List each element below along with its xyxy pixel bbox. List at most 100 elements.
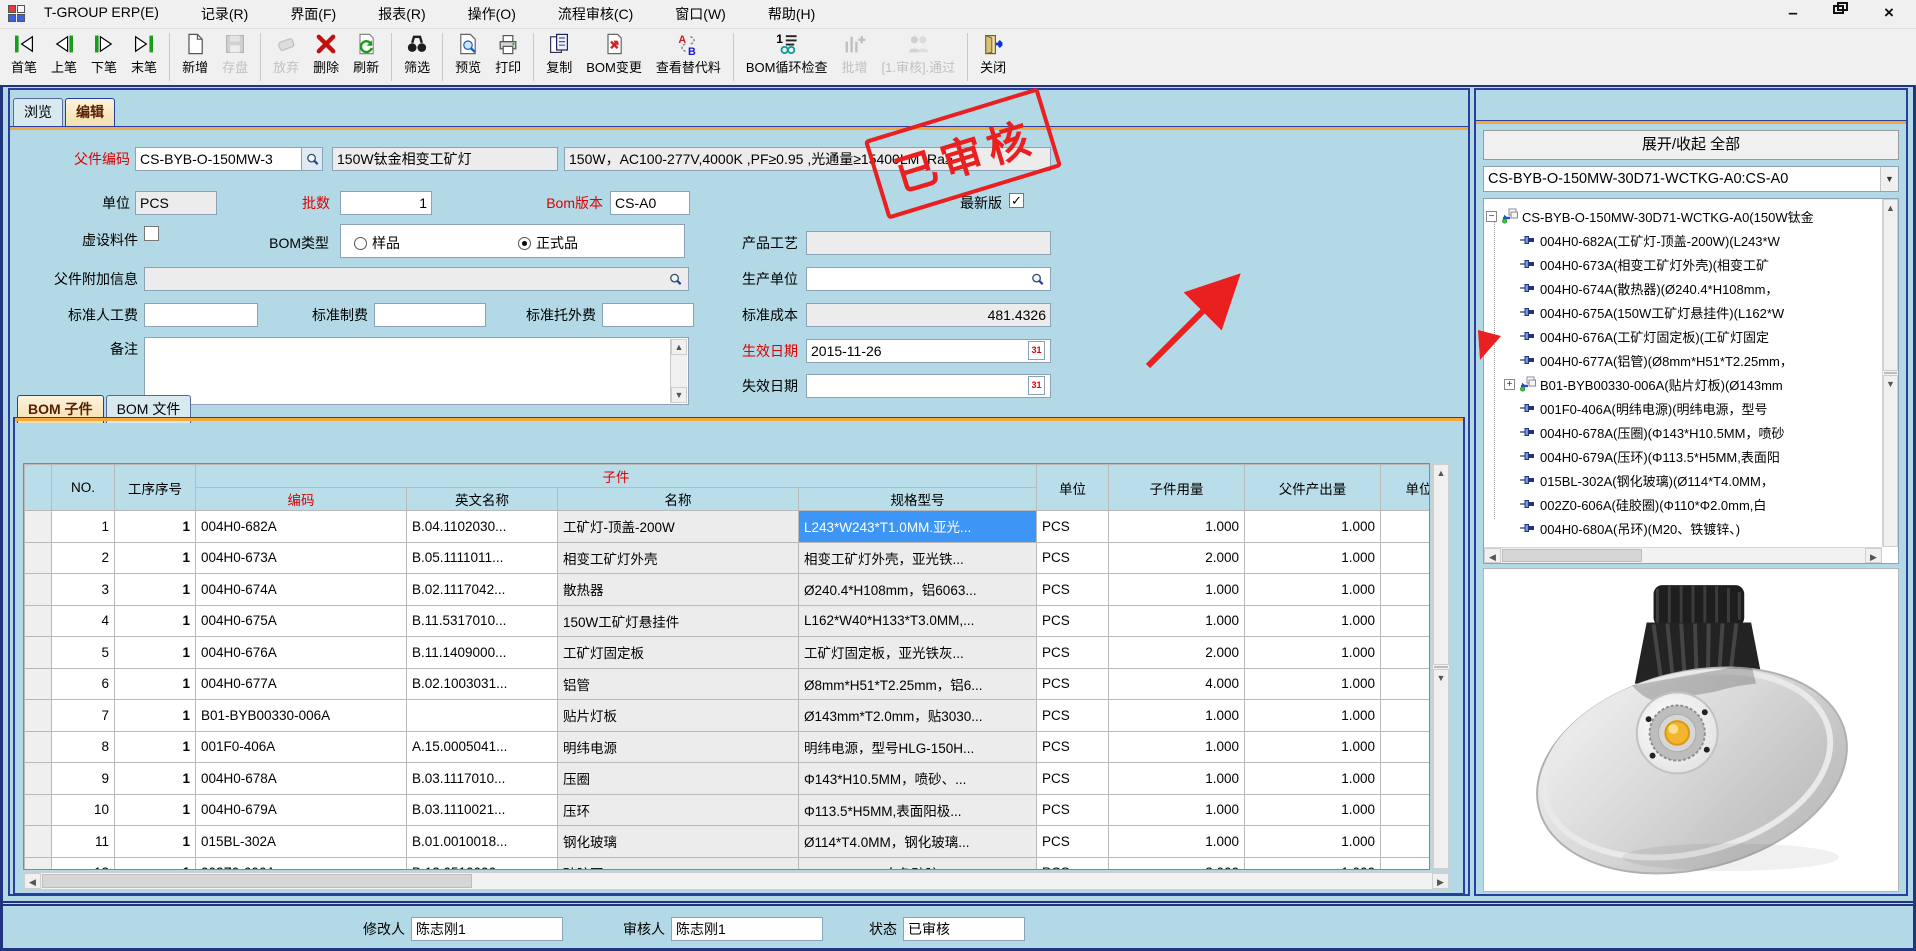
cell-spec[interactable]: Ø8mm*H51*T2.25mm，铝6... — [799, 668, 1037, 700]
cell-unit[interactable]: PCS — [1037, 700, 1109, 732]
toolbar-button-delete[interactable]: 删除 — [306, 29, 346, 85]
cell-unit-qty[interactable] — [1381, 605, 1431, 637]
toolbar-button-print[interactable]: 打印 — [488, 29, 528, 85]
col-header-name[interactable]: 名称 — [558, 488, 799, 511]
cell-no[interactable]: 11 — [52, 826, 115, 858]
tree-item[interactable]: 001F0-406A(明纬电源)(明纬电源，型号 — [1484, 397, 1768, 419]
cell-seq[interactable]: 1 — [115, 763, 196, 795]
scroll-up-icon[interactable]: ▲ — [1433, 464, 1449, 665]
col-header-spec[interactable]: 规格型号 — [799, 488, 1037, 511]
cell-unit[interactable]: PCS — [1037, 731, 1109, 763]
tree-item[interactable]: 004H0-682A(工矿灯-顶盖-200W)(L243*W — [1484, 229, 1780, 251]
cell-spec[interactable]: 相变工矿灯外壳，亚光铁... — [799, 542, 1037, 574]
cell-seq[interactable]: 1 — [115, 511, 196, 543]
table-row[interactable]: 2 1 004H0-673A B.05.1111011... 相变工矿灯外壳 相… — [25, 542, 1431, 574]
cell-no[interactable]: 5 — [52, 637, 115, 669]
row-indicator-cell[interactable] — [25, 794, 52, 826]
tab-edit[interactable]: 编辑 — [65, 98, 115, 126]
menu-item-4[interactable]: 操作(O) — [464, 2, 520, 26]
cell-parent-qty[interactable]: 1.000 — [1245, 542, 1381, 574]
cell-seq[interactable]: 1 — [115, 794, 196, 826]
tree-horizontal-scrollbar[interactable]: ◀ ▶ — [1484, 547, 1882, 563]
cell-no[interactable]: 12 — [52, 857, 115, 870]
tree-item[interactable]: 004H0-679A(压环)(Φ113.5*H5MM,表面阳 — [1484, 445, 1780, 467]
chevron-down-icon[interactable]: ▼ — [1880, 167, 1898, 191]
scroll-down-icon[interactable]: ▼ — [1883, 375, 1898, 547]
menu-item-1[interactable]: 记录(R) — [197, 2, 252, 26]
cell-unit[interactable]: PCS — [1037, 857, 1109, 870]
cell-no[interactable]: 10 — [52, 794, 115, 826]
tree-item[interactable]: − CS-BYB-O-150MW-30D71-WCTKG-A0(150W钛金 — [1484, 205, 1814, 227]
scroll-left-icon[interactable]: ◀ — [1484, 548, 1501, 563]
table-row[interactable]: 12 1 002Z0-606A B.12.0510000... 硅胶圈 Φ110… — [25, 857, 1431, 870]
toolbar-button-filter[interactable]: 筛选 — [397, 29, 437, 85]
cell-unit-qty[interactable] — [1381, 574, 1431, 606]
cell-qty[interactable]: 1.000 — [1109, 605, 1245, 637]
cell-no[interactable]: 7 — [52, 700, 115, 732]
toolbar-button-substitute[interactable]: AB 查看替代料 — [649, 29, 728, 85]
cell-code[interactable]: 001F0-406A — [196, 731, 407, 763]
cell-no[interactable]: 6 — [52, 668, 115, 700]
cell-parent-qty[interactable]: 1.000 — [1245, 574, 1381, 606]
restore-button[interactable] — [1828, 2, 1854, 24]
parent-extra-search-button[interactable] — [666, 269, 684, 289]
cell-parent-qty[interactable]: 1.000 — [1245, 605, 1381, 637]
scroll-left-icon[interactable]: ◀ — [24, 873, 41, 889]
row-indicator-cell[interactable] — [25, 668, 52, 700]
cell-no[interactable]: 2 — [52, 542, 115, 574]
cell-en-name[interactable]: B.02.1003031... — [407, 668, 558, 700]
table-vertical-scrollbar[interactable]: ▲ ▼ — [1432, 463, 1450, 870]
cell-no[interactable]: 1 — [52, 511, 115, 543]
row-indicator-cell[interactable] — [25, 857, 52, 870]
minimize-button[interactable]: – — [1780, 2, 1806, 24]
cell-name[interactable]: 压环 — [558, 794, 799, 826]
table-row[interactable]: 6 1 004H0-677A B.02.1003031... 铝管 Ø8mm*H… — [25, 668, 1431, 700]
expand-collapse-all-button[interactable]: 展开/收起 全部 — [1483, 130, 1899, 160]
col-header-unit[interactable]: 单位 — [1037, 465, 1109, 511]
cell-unit[interactable]: PCS — [1037, 763, 1109, 795]
toolbar-button-preview[interactable]: 预览 — [448, 29, 488, 85]
tree-item[interactable]: + B01-BYB00330-006A(贴片灯板)(Ø143mm — [1484, 373, 1783, 395]
row-indicator-cell[interactable] — [25, 511, 52, 543]
remark-textarea[interactable]: ▲▼ — [144, 337, 689, 405]
cell-unit[interactable]: PCS — [1037, 637, 1109, 669]
cell-name[interactable]: 明纬电源 — [558, 731, 799, 763]
table-row[interactable]: 9 1 004H0-678A B.03.1117010... 压圈 Φ143*H… — [25, 763, 1431, 795]
cell-spec[interactable]: Φ113.5*H5MM,表面阳极... — [799, 794, 1037, 826]
batch-input[interactable] — [340, 191, 432, 215]
menu-item-7[interactable]: 帮助(H) — [764, 2, 819, 26]
toolbar-button-nav-prev[interactable]: 上笔 — [44, 29, 84, 85]
cell-name[interactable]: 压圈 — [558, 763, 799, 795]
cell-unit-qty[interactable] — [1381, 763, 1431, 795]
cell-name[interactable]: 硅胶圈 — [558, 857, 799, 870]
toolbar-button-discard[interactable]: 放弃 — [266, 29, 306, 85]
tree-item[interactable]: 004H0-678A(压圈)(Φ143*H10.5MM，喷砂 — [1484, 421, 1784, 443]
cell-seq[interactable]: 1 — [115, 637, 196, 669]
cell-code[interactable]: 004H0-679A — [196, 794, 407, 826]
table-row[interactable]: 10 1 004H0-679A B.03.1110021... 压环 Φ113.… — [25, 794, 1431, 826]
toolbar-button-nav-first[interactable]: 首笔 — [4, 29, 44, 85]
cell-en-name[interactable]: B.03.1110021... — [407, 794, 558, 826]
scroll-thumb[interactable] — [42, 874, 472, 888]
scroll-up-icon[interactable]: ▲ — [1883, 199, 1898, 371]
cell-qty[interactable]: 4.000 — [1109, 668, 1245, 700]
cell-qty[interactable]: 2.000 — [1109, 542, 1245, 574]
cell-spec[interactable]: Ø143mm*T2.0mm，贴3030... — [799, 700, 1037, 732]
tree-item[interactable]: 004H0-676A(工矿灯固定板)(工矿灯固定 — [1484, 325, 1769, 347]
cell-parent-qty[interactable]: 1.000 — [1245, 826, 1381, 858]
cell-parent-qty[interactable]: 1.000 — [1245, 637, 1381, 669]
col-header-qty[interactable]: 子件用量 — [1109, 465, 1245, 511]
bom-version-dropdown[interactable]: CS-BYB-O-150MW-30D71-WCTKG-A0:CS-A0 ▼ — [1483, 166, 1899, 192]
tree-item[interactable]: 004H0-674A(散热器)(Ø240.4*H108mm， — [1484, 277, 1778, 299]
cell-parent-qty[interactable]: 1.000 — [1245, 763, 1381, 795]
cell-name[interactable]: 工矿灯固定板 — [558, 637, 799, 669]
row-indicator-cell[interactable] — [25, 826, 52, 858]
cell-parent-qty[interactable]: 1.000 — [1245, 511, 1381, 543]
toolbar-button-new[interactable]: 新增 — [175, 29, 215, 85]
toolbar-button-bom-change[interactable]: BOM变更 — [579, 29, 649, 85]
menu-item-6[interactable]: 窗口(W) — [671, 2, 730, 26]
col-header-parent-qty[interactable]: 父件产出量 — [1245, 465, 1381, 511]
cell-en-name[interactable]: B.11.1409000... — [407, 637, 558, 669]
cell-no[interactable]: 3 — [52, 574, 115, 606]
calendar-icon[interactable]: 31 — [1028, 376, 1045, 395]
